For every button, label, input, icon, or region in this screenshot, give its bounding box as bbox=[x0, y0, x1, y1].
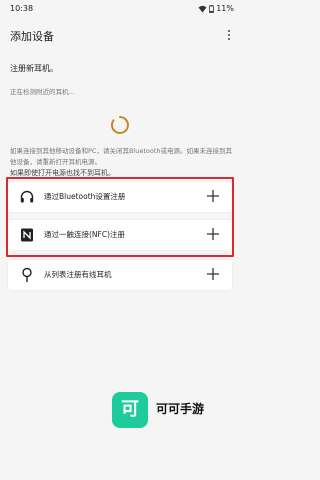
watermark-text: 可可手游 bbox=[156, 402, 205, 416]
app-bar: 添加设备 bbox=[0, 22, 240, 48]
detecting-status: 正在检测附近的耳机... bbox=[10, 88, 75, 96]
info-text: 如果连接到其他移动设备和PC，请关闭其Bluetooth或电源。如果未连接到其他… bbox=[10, 147, 233, 166]
status-icons: 11% bbox=[198, 4, 234, 13]
page-title: 添加设备 bbox=[10, 30, 54, 43]
option-label: 从列表注册有线耳机 bbox=[44, 270, 112, 279]
status-bar: 10:38 11% bbox=[0, 0, 240, 18]
loading-spinner-icon bbox=[110, 116, 129, 134]
more-options-icon[interactable] bbox=[226, 28, 232, 42]
add-icon bbox=[207, 268, 219, 280]
section-title: 注册新耳机。 bbox=[10, 64, 58, 73]
status-time: 10:38 bbox=[10, 4, 34, 13]
watermark-logo: 可 bbox=[112, 392, 148, 428]
wired-earbuds-icon bbox=[22, 267, 32, 282]
highlight-box bbox=[6, 177, 234, 257]
wifi-icon bbox=[198, 5, 207, 12]
register-wired-from-list-button[interactable]: 从列表注册有线耳机 bbox=[8, 260, 232, 290]
battery-level: 11% bbox=[216, 4, 234, 13]
battery-icon bbox=[209, 4, 215, 13]
